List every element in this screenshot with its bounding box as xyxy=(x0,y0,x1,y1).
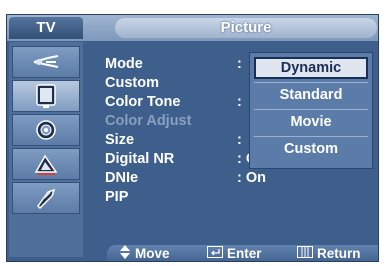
menu-row-value: : xyxy=(237,94,242,110)
sidebar-item-channel[interactable] xyxy=(12,148,80,180)
category-sidebar xyxy=(9,42,83,257)
footer-move-label: Move xyxy=(135,246,170,261)
tv-osd-window: TV Picture Mode: Custom Color Tone: Co… xyxy=(6,14,379,262)
sidebar-item-sound[interactable] xyxy=(12,114,80,146)
menu-row-label: Color Adjust xyxy=(105,113,192,129)
menu-row-label: DNIe xyxy=(105,170,139,186)
speaker-icon xyxy=(36,120,56,140)
sidebar-item-input[interactable] xyxy=(12,46,80,78)
option-standard[interactable]: Standard xyxy=(254,84,368,106)
menu-row-label: Mode xyxy=(105,56,143,72)
menu-row-value: : On xyxy=(237,170,266,186)
up-down-arrow-icon xyxy=(119,244,131,262)
menu-row-label: PIP xyxy=(105,189,129,205)
antenna-icon xyxy=(33,55,59,68)
tv-screen-icon xyxy=(36,84,56,108)
enter-icon xyxy=(207,245,223,261)
sidebar-item-setup[interactable] xyxy=(12,182,80,214)
menu-title: Picture xyxy=(115,18,377,38)
satellite-dish-icon xyxy=(34,154,58,175)
menu-row-label: Custom xyxy=(105,75,159,91)
option-dynamic[interactable]: Dynamic xyxy=(254,57,368,79)
setup-icon xyxy=(37,188,56,210)
footer-return: Return xyxy=(297,245,361,261)
option-custom[interactable]: Custom xyxy=(254,138,368,160)
footer-help-bar: Move Enter Return xyxy=(107,244,378,262)
menu-row-value: : xyxy=(237,56,242,72)
footer-return-label: Return xyxy=(317,246,361,261)
menu-row-label: Size xyxy=(105,132,135,148)
mode-dropdown[interactable]: Dynamic Standard Movie Custom xyxy=(249,52,373,169)
footer-move: Move xyxy=(119,244,170,262)
sidebar-item-picture[interactable] xyxy=(12,80,80,112)
footer-enter-label: Enter xyxy=(227,246,262,261)
return-icon xyxy=(297,245,313,261)
menu-row-label: Digital NR xyxy=(105,151,175,167)
footer-enter: Enter xyxy=(207,245,262,261)
option-divider xyxy=(254,109,368,110)
option-divider xyxy=(254,82,368,83)
option-movie[interactable]: Movie xyxy=(254,111,368,133)
header-bar: TV Picture xyxy=(7,15,378,41)
menu-row-value: : xyxy=(237,132,242,148)
menu-row-label: Color Tone xyxy=(105,94,181,110)
tv-tab[interactable]: TV xyxy=(9,17,83,39)
option-divider xyxy=(254,136,368,137)
